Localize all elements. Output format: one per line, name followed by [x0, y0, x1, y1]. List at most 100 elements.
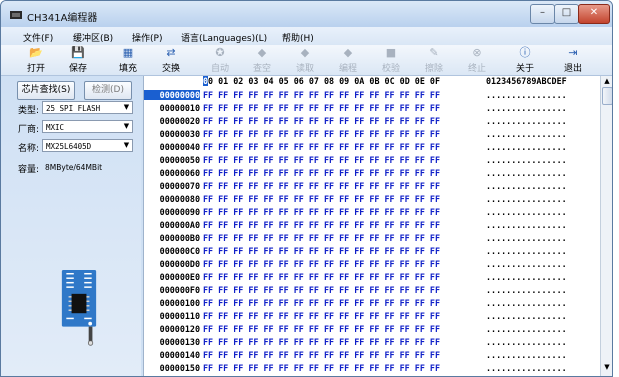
row-ascii[interactable]: ................ — [486, 207, 567, 217]
menu-operation[interactable]: 操作(P) — [132, 31, 162, 44]
row-ascii[interactable]: ................ — [486, 350, 567, 360]
type-select[interactable]: 25 SPI FLASH ▼ — [42, 101, 133, 114]
swap-button[interactable]: ⇄ 交换 — [158, 47, 184, 75]
auto-icon: ✪ — [215, 46, 225, 59]
row-bytes[interactable]: FF FF FF FF FF FF FF FF FF FF FF FF FF F… — [203, 324, 440, 334]
row-bytes[interactable]: FF FF FF FF FF FF FF FF FF FF FF FF FF F… — [203, 90, 440, 100]
row-ascii[interactable]: ................ — [486, 246, 567, 256]
row-bytes[interactable]: FF FF FF FF FF FF FF FF FF FF FF FF FF F… — [203, 155, 440, 165]
scroll-thumb[interactable] — [602, 87, 612, 105]
row-bytes[interactable]: FF FF FF FF FF FF FF FF FF FF FF FF FF F… — [203, 363, 440, 373]
exit-button[interactable]: ⇥ 退出 — [560, 46, 586, 75]
hex-editor[interactable]: 00 01 02 03 04 05 06 07 08 09 0A 0B 0C 0… — [143, 76, 601, 376]
row-bytes[interactable]: FF FF FF FF FF FF FF FF FF FF FF FF FF F… — [203, 220, 440, 230]
find-chip-button[interactable]: 芯片查找(S) — [17, 81, 75, 100]
row-ascii[interactable]: ................ — [486, 90, 567, 100]
row-ascii[interactable]: ................ — [486, 116, 567, 126]
auto-button[interactable]: ✪ 自动 — [207, 46, 233, 75]
fill-button[interactable]: ▦ 填充 — [115, 46, 141, 75]
row-address: 00000060 — [159, 168, 200, 178]
capacity-label: 容量: — [18, 165, 40, 175]
row-bytes[interactable]: FF FF FF FF FF FF FF FF FF FF FF FF FF F… — [203, 103, 440, 113]
row-address: 000000E0 — [159, 272, 200, 282]
row-ascii[interactable]: ................ — [486, 233, 567, 243]
detect-button[interactable]: 检测(D) — [84, 81, 132, 100]
row-bytes[interactable]: FF FF FF FF FF FF FF FF FF FF FF FF FF F… — [203, 142, 440, 152]
stop-button[interactable]: ⊗ 终止 — [464, 46, 490, 75]
row-ascii[interactable]: ................ — [486, 272, 567, 282]
hex-column-header: 00 01 02 03 04 05 06 07 08 09 0A 0B 0C 0… — [203, 76, 440, 86]
name-select[interactable]: MX25L6405D ▼ — [42, 139, 133, 152]
maker-select[interactable]: MXIC ▼ — [42, 120, 133, 133]
open-button[interactable]: 📂 打开 — [23, 46, 49, 75]
stop-icon: ⊗ — [472, 46, 482, 59]
row-bytes[interactable]: FF FF FF FF FF FF FF FF FF FF FF FF FF F… — [203, 116, 440, 126]
program-button[interactable]: ◆ 编程 — [335, 46, 361, 75]
row-bytes[interactable]: FF FF FF FF FF FF FF FF FF FF FF FF FF F… — [203, 337, 440, 347]
window-title: CH341A编程器 — [27, 13, 98, 24]
verify-icon: ■ — [385, 46, 397, 59]
row-address: 00000010 — [159, 103, 200, 113]
save-icon: 💾 — [71, 46, 85, 59]
row-ascii[interactable]: ................ — [486, 194, 567, 204]
row-bytes[interactable]: FF FF FF FF FF FF FF FF FF FF FF FF FF F… — [203, 168, 440, 178]
row-ascii[interactable]: ................ — [486, 168, 567, 178]
menu-language[interactable]: 语言(Languages)(L) — [181, 31, 267, 44]
menu-buffer[interactable]: 缓冲区(B) — [73, 31, 113, 44]
title-bar[interactable]: CH341A编程器 – □ ✕ — [1, 1, 612, 27]
read-button[interactable]: ◆ 读取 — [292, 47, 318, 75]
row-bytes[interactable]: FF FF FF FF FF FF FF FF FF FF FF FF FF F… — [203, 233, 440, 243]
menu-file[interactable]: 文件(F) — [23, 31, 53, 44]
row-bytes[interactable]: FF FF FF FF FF FF FF FF FF FF FF FF FF F… — [203, 298, 440, 308]
row-ascii[interactable]: ................ — [486, 285, 567, 295]
menu-bar: 文件(F) 缓冲区(B) 操作(P) 语言(Languages)(L) 帮助(H… — [1, 27, 612, 45]
scroll-down-icon[interactable]: ▼ — [602, 363, 612, 372]
row-ascii[interactable]: ................ — [486, 142, 567, 152]
row-bytes[interactable]: FF FF FF FF FF FF FF FF FF FF FF FF FF F… — [203, 194, 440, 204]
row-ascii[interactable]: ................ — [486, 103, 567, 113]
row-address: 00000140 — [159, 350, 200, 360]
row-ascii[interactable]: ................ — [486, 337, 567, 347]
close-button[interactable]: ✕ — [578, 4, 610, 24]
program-icon: ◆ — [343, 46, 353, 59]
minimize-button[interactable]: – — [530, 4, 555, 24]
row-bytes[interactable]: FF FF FF FF FF FF FF FF FF FF FF FF FF F… — [203, 285, 440, 295]
verify-button[interactable]: ■ 校验 — [378, 46, 404, 75]
chevron-down-icon: ▼ — [123, 103, 130, 111]
row-bytes[interactable]: FF FF FF FF FF FF FF FF FF FF FF FF FF F… — [203, 207, 440, 217]
row-bytes[interactable]: FF FF FF FF FF FF FF FF FF FF FF FF FF F… — [203, 350, 440, 360]
row-bytes[interactable]: FF FF FF FF FF FF FF FF FF FF FF FF FF F… — [203, 181, 440, 191]
folder-open-icon: 📂 — [29, 46, 43, 59]
row-address: 00000120 — [159, 324, 200, 334]
exit-icon: ⇥ — [568, 46, 578, 59]
row-ascii[interactable]: ................ — [486, 220, 567, 230]
row-ascii[interactable]: ................ — [486, 298, 567, 308]
scroll-up-icon[interactable]: ▲ — [602, 77, 612, 86]
row-ascii[interactable]: ................ — [486, 363, 567, 373]
row-address: 00000110 — [159, 311, 200, 321]
erase-button[interactable]: ✎ 擦除 — [421, 47, 447, 75]
row-address: 00000080 — [159, 194, 200, 204]
save-button[interactable]: 💾 保存 — [65, 46, 91, 75]
fill-icon: ▦ — [122, 46, 134, 59]
about-icon: ⓘ — [519, 46, 531, 59]
row-bytes[interactable]: FF FF FF FF FF FF FF FF FF FF FF FF FF F… — [203, 272, 440, 282]
row-ascii[interactable]: ................ — [486, 155, 567, 165]
row-ascii[interactable]: ................ — [486, 311, 567, 321]
row-bytes[interactable]: FF FF FF FF FF FF FF FF FF FF FF FF FF F… — [203, 259, 440, 269]
row-ascii[interactable]: ................ — [486, 324, 567, 334]
row-bytes[interactable]: FF FF FF FF FF FF FF FF FF FF FF FF FF F… — [203, 129, 440, 139]
type-label: 类型: — [18, 106, 40, 116]
row-ascii[interactable]: ................ — [486, 259, 567, 269]
menu-help[interactable]: 帮助(H) — [282, 31, 314, 44]
row-address: 000000C0 — [159, 246, 200, 256]
vertical-scrollbar[interactable]: ▲ ▼ — [600, 76, 612, 376]
row-bytes[interactable]: FF FF FF FF FF FF FF FF FF FF FF FF FF F… — [203, 311, 440, 321]
row-ascii[interactable]: ................ — [486, 181, 567, 191]
row-bytes[interactable]: FF FF FF FF FF FF FF FF FF FF FF FF FF F… — [203, 246, 440, 256]
about-button[interactable]: ⓘ 关于 — [512, 46, 538, 75]
row-ascii[interactable]: ................ — [486, 129, 567, 139]
row-address: 000000F0 — [159, 285, 200, 295]
blank-check-button[interactable]: ◆ 查空 — [249, 47, 275, 75]
maximize-button[interactable]: □ — [554, 4, 579, 24]
